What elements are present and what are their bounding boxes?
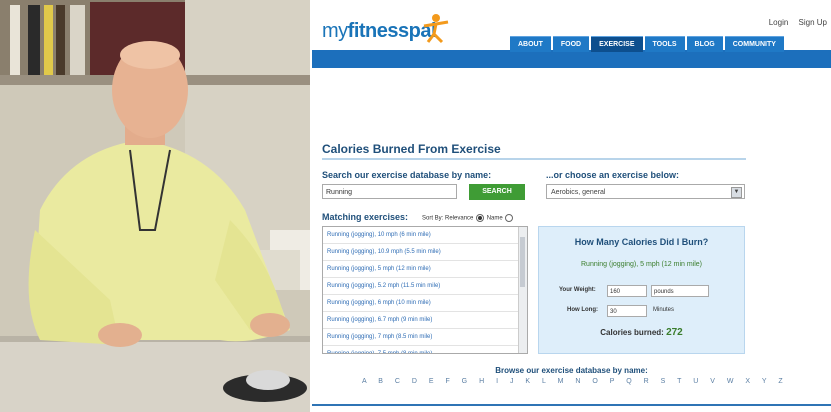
nav-tab-community[interactable]: COMMUNITY bbox=[724, 36, 784, 52]
search-button[interactable]: SEARCH bbox=[469, 184, 525, 200]
exercise-search-input[interactable]: Running bbox=[322, 184, 457, 199]
calories-burned-value: 272 bbox=[666, 327, 683, 338]
list-item[interactable]: Running (jogging), 7.5 mph (8 min mile) bbox=[323, 346, 527, 353]
nav-tab-about[interactable]: ABOUT bbox=[510, 36, 551, 52]
list-scrollbar[interactable] bbox=[518, 227, 527, 353]
selected-exercise: Running (jogging), 5 mph (12 min mile) bbox=[581, 261, 702, 268]
calorie-calculator-panel: How Many Calories Did I Burn? Running (j… bbox=[538, 226, 745, 354]
nav-tab-food[interactable]: FOOD bbox=[552, 36, 590, 52]
calories-burned: Calories burned: 272 bbox=[539, 327, 744, 338]
choose-label: ...or choose an exercise below: bbox=[546, 170, 680, 180]
duration-unit: Minutes bbox=[653, 307, 675, 313]
list-item[interactable]: Running (jogging), 6 mph (10 min mile) bbox=[323, 295, 527, 312]
sortby-label: Sort By: bbox=[422, 215, 444, 222]
list-item[interactable]: Running (jogging), 5.2 mph (11.5 min mil… bbox=[323, 278, 527, 295]
signup-link[interactable]: Sign Up bbox=[799, 18, 827, 27]
photo-illustration bbox=[0, 0, 310, 412]
alphabet-links[interactable]: A B C D E F G H I J K L M N O P Q R S T … bbox=[362, 378, 788, 385]
scrollbar-thumb[interactable] bbox=[520, 237, 525, 287]
howlong-label: How Long: bbox=[567, 307, 598, 313]
list-item[interactable]: Running (jogging), 10.9 mph (5.5 min mil… bbox=[323, 244, 527, 261]
chevron-down-icon[interactable]: ▼ bbox=[731, 187, 742, 198]
page-title: Calories Burned From Exercise bbox=[322, 142, 501, 156]
weight-input[interactable]: 160 bbox=[607, 285, 647, 297]
exercise-select[interactable]: Aerobics, general ▼ bbox=[546, 184, 745, 199]
sort-name-label: Name bbox=[486, 215, 503, 222]
nav-tab-blog[interactable]: BLOG bbox=[686, 36, 723, 52]
title-divider bbox=[322, 158, 746, 160]
man-at-desk-photo bbox=[0, 0, 310, 412]
nav-tab-tools[interactable]: TOOLS bbox=[644, 36, 685, 52]
weight-unit-select[interactable]: pounds bbox=[651, 285, 709, 297]
exercise-select-value: Aerobics, general bbox=[551, 189, 606, 196]
weight-unit-value: pounds bbox=[654, 289, 674, 295]
weight-label: Your Weight: bbox=[559, 287, 596, 293]
sort-name-radio[interactable] bbox=[505, 214, 514, 222]
sort-controls: Sort By: Relevance Name bbox=[422, 214, 514, 222]
myfitnesspal-page: myfitnesspal Login Sign Up ABOUT FOOD EX… bbox=[312, 0, 831, 412]
sort-relevance-label: Relevance bbox=[445, 215, 474, 222]
duration-input[interactable]: 30 bbox=[607, 305, 647, 317]
matching-label: Matching exercises: bbox=[322, 212, 409, 222]
list-item[interactable]: Running (jogging), 10 mph (6 min mile) bbox=[323, 227, 527, 244]
list-item[interactable]: Running (jogging), 5 mph (12 min mile) bbox=[323, 261, 527, 278]
list-item[interactable]: Running (jogging), 7 mph (8.5 min mile) bbox=[323, 329, 527, 346]
calories-burned-label: Calories burned: bbox=[600, 328, 664, 337]
browse-label: Browse our exercise database by name: bbox=[495, 366, 648, 375]
matching-exercises-list[interactable]: Running (jogging), 10 mph (6 min mile) R… bbox=[322, 226, 528, 354]
top-links: Login Sign Up bbox=[761, 18, 827, 27]
calculator-title: How Many Calories Did I Burn? bbox=[574, 237, 709, 247]
sort-relevance-radio[interactable] bbox=[476, 214, 485, 222]
footer-line bbox=[312, 404, 831, 406]
login-link[interactable]: Login bbox=[769, 18, 789, 27]
main-navigation: ABOUT FOOD EXERCISE TOOLS BLOG COMMUNITY bbox=[312, 36, 831, 68]
search-label: Search our exercise database by name: bbox=[322, 170, 492, 180]
list-item[interactable]: Running (jogging), 6.7 mph (9 min mile) bbox=[323, 312, 527, 329]
nav-tab-exercise[interactable]: EXERCISE bbox=[591, 36, 643, 52]
